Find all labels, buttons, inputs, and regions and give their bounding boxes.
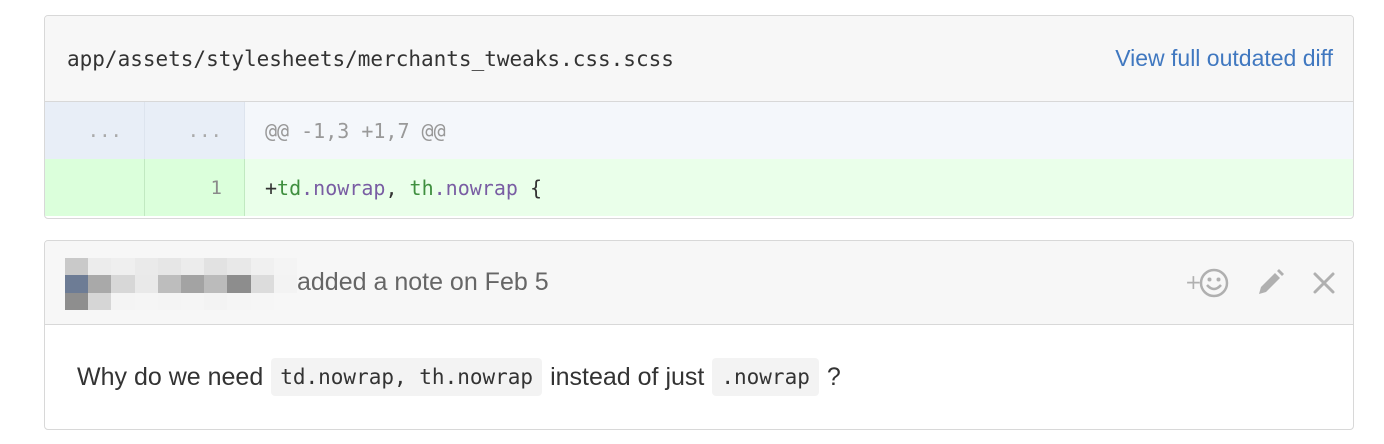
new-line-number[interactable]: ... xyxy=(145,102,245,159)
view-full-outdated-diff-link[interactable]: View full outdated diff xyxy=(1115,45,1333,72)
addition-row: 1 + td .nowrap, th .nowrap { xyxy=(45,159,1353,216)
add-reaction-icon[interactable]: + xyxy=(1185,267,1229,299)
note-body: Why do we need td.nowrap, th.nowrap inst… xyxy=(45,325,1353,429)
code-token-punct: , xyxy=(385,175,410,200)
comment-note: added a note on Feb 5 + Why do we need t… xyxy=(44,240,1354,430)
inline-code: td.nowrap, th.nowrap xyxy=(271,358,543,396)
hunk-header-row: ... ... @@ -1,3 +1,7 @@ xyxy=(45,102,1353,159)
code-token-selector: th xyxy=(409,175,434,200)
note-text: ? xyxy=(826,362,841,391)
close-icon[interactable] xyxy=(1311,270,1337,296)
code-token-punct: { xyxy=(517,175,543,200)
new-line-number[interactable]: 1 xyxy=(145,159,245,216)
code-token-class: .nowrap xyxy=(433,175,518,200)
file-path: app/assets/stylesheets/merchants_tweaks.… xyxy=(67,46,674,71)
note-meta: added a note on Feb 5 xyxy=(297,268,549,296)
author-avatar-pixelated[interactable] xyxy=(65,258,297,310)
added-code-line: + td .nowrap, th .nowrap { xyxy=(245,159,1353,216)
svg-text:+: + xyxy=(1185,270,1202,294)
pencil-icon[interactable] xyxy=(1255,268,1285,298)
hunk-header-text: @@ -1,3 +1,7 @@ xyxy=(265,118,446,143)
old-line-number[interactable]: ... xyxy=(45,102,145,159)
code-token-class: .nowrap xyxy=(301,175,386,200)
note-header: added a note on Feb 5 + xyxy=(45,241,1353,325)
note-text: instead of just xyxy=(550,362,705,391)
inline-code: .nowrap xyxy=(712,358,819,396)
diff-prefix: + xyxy=(265,175,278,200)
note-text: Why do we need xyxy=(77,362,264,391)
file-header: app/assets/stylesheets/merchants_tweaks.… xyxy=(45,16,1353,102)
outdated-diff-box: app/assets/stylesheets/merchants_tweaks.… xyxy=(44,15,1354,219)
old-line-number[interactable] xyxy=(45,159,145,216)
note-actions: + xyxy=(1185,241,1337,324)
code-token-selector: td xyxy=(277,175,302,200)
